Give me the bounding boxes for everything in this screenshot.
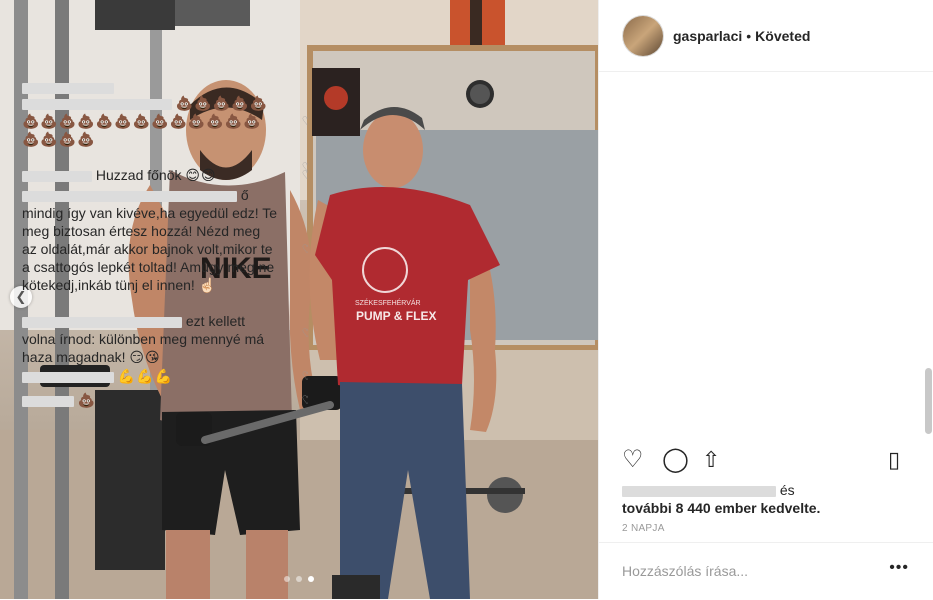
carousel-dot — [284, 576, 290, 582]
comment-text: Huzzad főnök — [95, 167, 182, 183]
comments-list: 💩💩💩💩💩💩💩💩💩💩💩💩💩💩💩💩💩💩💩💩💩💩 ♡ ♡ Huzzad főnök … — [22, 78, 308, 435]
comment-emoji: 😏😘 — [129, 349, 161, 365]
like-comment-heart-icon[interactable]: ♡ — [300, 114, 308, 128]
comment: 💪💪💪 ♡ — [22, 367, 308, 391]
carousel-dot-active — [308, 576, 314, 582]
post-header: gasparlaci • Követed — [599, 0, 933, 72]
comment-emoji: 💪💪💪 — [117, 368, 174, 384]
comment-emoji: 💩 — [77, 392, 97, 408]
like-comment-heart-icon[interactable]: ♡ — [300, 168, 308, 182]
header-separator: • — [746, 27, 752, 44]
like-heart-icon[interactable]: ♡ — [622, 446, 644, 474]
redacted-username — [22, 190, 237, 202]
post-actions: ♡ ◯ ⇧ ▯ — [622, 446, 912, 474]
comment-bubble-icon[interactable]: ◯ — [662, 446, 689, 474]
comment-text: ő mindig így van kivéve,ha egyedül edz! … — [22, 187, 278, 293]
like-comment-heart-icon[interactable]: ♡ — [300, 326, 308, 340]
redacted-username — [22, 371, 114, 383]
redacted-username — [22, 316, 182, 328]
comment-emoji: ☝🏻 — [198, 277, 218, 293]
like-comment-heart-icon[interactable]: ♡ — [300, 393, 308, 407]
carousel-indicator — [284, 576, 314, 582]
comment: 💩 ♡ — [22, 391, 308, 415]
share-icon[interactable]: ⇧ — [702, 446, 720, 474]
carousel-dot — [296, 576, 302, 582]
comment: ezt kellett volna írnod: különben meg me… — [22, 312, 308, 367]
avatar[interactable] — [623, 15, 663, 56]
username-link[interactable]: gasparlaci — [673, 28, 742, 44]
shirt-logo: PUMP & FLEX — [356, 309, 436, 323]
add-comment-input[interactable]: Hozzászólás írása... — [622, 563, 748, 579]
post-date[interactable]: 2 NAPJA — [622, 523, 665, 534]
comment: Huzzad főnök 😊😊 ♡ — [22, 166, 308, 186]
comment: 💩💩💩💩💩💩💩💩💩💩💩💩💩💩💩💩💩💩💩💩💩💩 ♡ ♡ — [22, 94, 308, 174]
bookmark-icon[interactable]: ▯ — [888, 446, 900, 474]
comment: ő mindig így van kivéve,ha egyedül edz! … — [22, 186, 308, 312]
more-options-icon[interactable]: ••• — [889, 559, 909, 577]
redacted-username — [22, 82, 114, 94]
redacted-username — [22, 395, 74, 407]
likes-conjunction: és — [779, 482, 795, 498]
add-comment-bar: Hozzászólás írása... ••• — [598, 542, 933, 600]
shirt-subtitle: SZÉKESFEHÉRVÁR — [355, 298, 421, 307]
comment-emoji: 😊😊 — [185, 167, 217, 183]
redacted-username — [622, 485, 776, 497]
like-comment-heart-icon[interactable]: ♡ — [300, 369, 308, 383]
redacted-username — [22, 170, 92, 182]
likes-count-link[interactable]: további 8 440 ember kedvelte. — [622, 500, 820, 516]
redacted-username — [22, 98, 172, 110]
comments-scrollbar[interactable] — [925, 368, 932, 434]
likes-summary: és további 8 440 ember kedvelte. — [622, 481, 912, 517]
comment — [22, 78, 308, 94]
like-comment-heart-icon[interactable]: ♡ — [300, 242, 308, 256]
follow-status-button[interactable]: Követed — [755, 28, 810, 44]
instagram-post-view: NIKE SZÉKESFEHÉRVÁR PUMP & FLEX ❮ gaspar… — [0, 0, 933, 599]
